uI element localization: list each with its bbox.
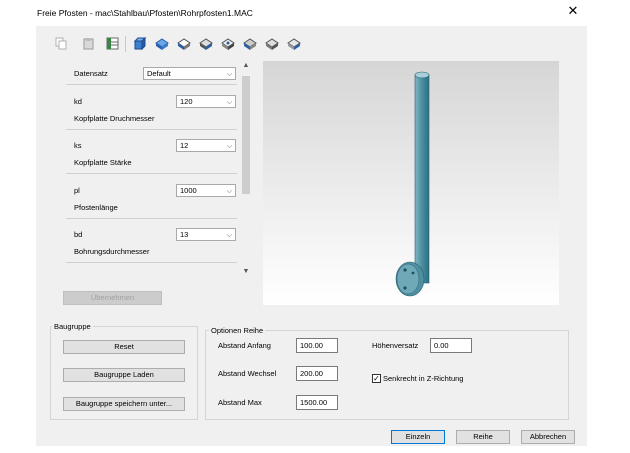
abstand-max-label: Abstand Max: [218, 398, 262, 407]
param-code-bd: bd: [74, 230, 83, 239]
divider: [66, 218, 237, 219]
ks-value: 12: [180, 141, 189, 150]
chevron-down-icon: ⌵: [226, 188, 232, 195]
baugruppe-laden-button[interactable]: Baugruppe Laden: [63, 368, 185, 382]
datensatz-value: Default: [147, 69, 171, 78]
divider: [66, 129, 237, 130]
ks-select[interactable]: 12 ⌵: [176, 139, 236, 152]
abbrechen-button[interactable]: Abbrechen: [521, 430, 575, 444]
param-code-pl: pl: [74, 186, 80, 195]
scroll-thumb[interactable]: [242, 76, 250, 194]
abstand-anfang-input[interactable]: 100.00: [296, 338, 338, 353]
pl-select[interactable]: 1000 ⌵: [176, 184, 236, 197]
view-3d-icon[interactable]: [132, 36, 148, 51]
divider: [66, 262, 237, 263]
datensatz-select[interactable]: Default ⌵: [143, 67, 236, 80]
divider: [66, 173, 237, 174]
param-desc-bd: Bohrungsdurchmesser: [74, 247, 150, 256]
senkrecht-checkbox[interactable]: ✓: [372, 374, 381, 383]
scroll-up-icon[interactable]: ▲: [240, 60, 252, 72]
reihe-button[interactable]: Reihe: [456, 430, 510, 444]
paste-icon[interactable]: [80, 36, 96, 51]
param-code-ks: ks: [74, 141, 82, 150]
post-model: [395, 71, 430, 297]
abstand-wechsel-label: Abstand Wechsel: [218, 369, 277, 378]
senkrecht-label: Senkrecht in Z-Richtung: [383, 374, 464, 383]
einzeln-button[interactable]: Einzeln: [391, 430, 445, 444]
view-top-icon[interactable]: [176, 36, 192, 51]
hoehenversatz-input[interactable]: 0.00: [430, 338, 472, 353]
view-iso-1-icon[interactable]: [220, 36, 236, 51]
view-iso-2-icon[interactable]: [242, 36, 258, 51]
bd-select[interactable]: 13 ⌵: [176, 228, 236, 241]
view-iso-3-icon[interactable]: [264, 36, 280, 51]
baugruppe-speichern-button[interactable]: Baugruppe speichern unter...: [63, 397, 185, 411]
param-desc-pl: Pfostenlänge: [74, 203, 118, 212]
copy-icon[interactable]: [53, 36, 69, 51]
baugruppe-label: Baugruppe: [52, 322, 93, 331]
hoehenversatz-label: Höhenversatz: [372, 341, 419, 350]
pl-value: 1000: [180, 186, 197, 195]
abstand-max-input[interactable]: 1500.00: [296, 395, 338, 410]
kd-select[interactable]: 120 ⌵: [176, 95, 236, 108]
chevron-down-icon: ⌵: [226, 232, 232, 239]
parameter-scrollbar[interactable]: ▲ ▼: [240, 60, 252, 278]
kd-value: 120: [180, 97, 193, 106]
view-side-icon[interactable]: [198, 36, 214, 51]
chevron-down-icon: ⌵: [226, 71, 232, 78]
param-desc-ks: Kopfplatte Stärke: [74, 158, 132, 167]
window-title: Freie Pfosten - mac\Stahlbau\Pfosten\Roh…: [37, 8, 253, 18]
optionen-reihe-label: Optionen Reihe: [209, 326, 266, 335]
close-icon[interactable]: ✕: [566, 4, 580, 18]
chevron-down-icon: ⌵: [226, 143, 232, 150]
bd-value: 13: [180, 230, 189, 239]
abstand-wechsel-input[interactable]: 200.00: [296, 366, 338, 381]
reset-button[interactable]: Reset: [63, 340, 185, 354]
table-icon[interactable]: [104, 36, 120, 51]
datensatz-label: Datensatz: [74, 69, 108, 78]
apply-button[interactable]: Übernehmen: [63, 291, 162, 305]
view-front-icon[interactable]: [154, 36, 170, 51]
scroll-down-icon[interactable]: ▼: [240, 266, 252, 278]
toolbar-separator: [125, 36, 126, 52]
abstand-anfang-label: Abstand Anfang: [218, 341, 271, 350]
3d-preview[interactable]: [263, 61, 559, 305]
divider: [66, 84, 237, 85]
param-code-kd: kd: [74, 97, 82, 106]
title-bar: Freie Pfosten - mac\Stahlbau\Pfosten\Roh…: [0, 0, 630, 26]
chevron-down-icon: ⌵: [226, 99, 232, 106]
param-desc-kd: Kopfplatte Druchmesser: [74, 114, 155, 123]
view-iso-4-icon[interactable]: [286, 36, 302, 51]
